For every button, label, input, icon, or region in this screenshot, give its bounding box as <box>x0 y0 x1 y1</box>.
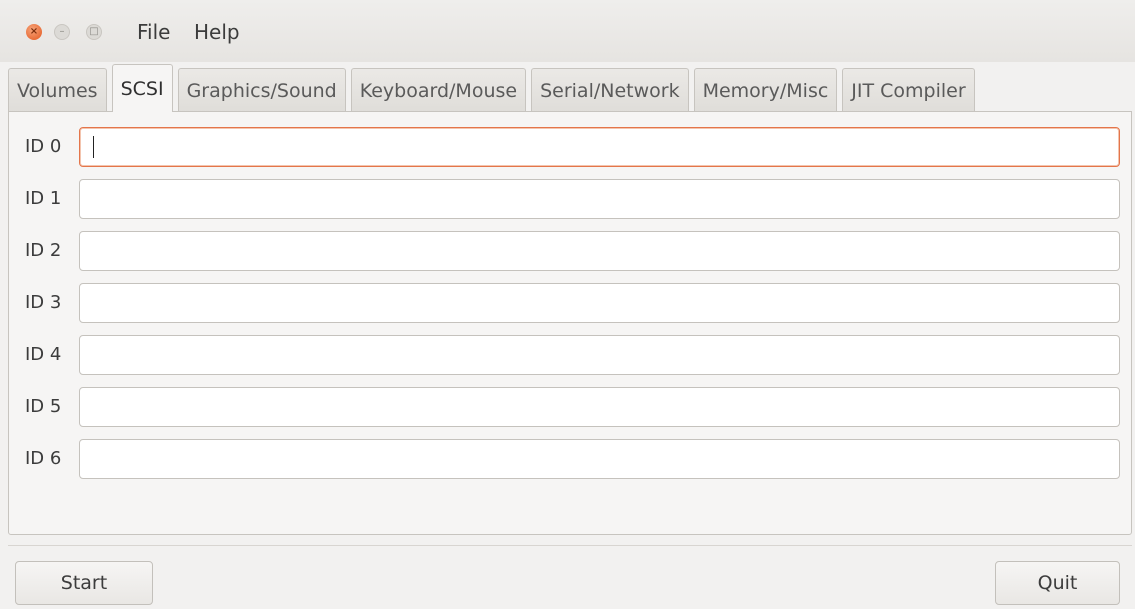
tab-graphics-sound[interactable]: Graphics/Sound <box>177 68 346 112</box>
id2-label: ID 2 <box>25 240 62 261</box>
tab-jit-compiler[interactable]: JIT Compiler <box>842 68 975 112</box>
tab-keyboard-mouse[interactable]: Keyboard/Mouse <box>350 68 527 112</box>
id2-path-input[interactable] <box>79 231 1120 271</box>
id0-label: ID 0 <box>25 136 62 157</box>
start-button[interactable]: Start <box>15 561 153 605</box>
id3-label: ID 3 <box>25 292 62 313</box>
scsi-row-id5: ID 5 <box>9 387 1133 429</box>
close-icon: × <box>29 26 39 37</box>
scsi-row-id3: ID 3 <box>9 283 1133 325</box>
scsi-row-id6: ID 6 <box>9 439 1133 481</box>
text-cursor <box>93 136 94 158</box>
maximize-icon: □ <box>89 26 99 37</box>
divider <box>8 545 1132 546</box>
id4-label: ID 4 <box>25 344 62 365</box>
scsi-row-id1: ID 1 <box>9 179 1133 221</box>
scsi-row-id4: ID 4 <box>9 335 1133 377</box>
id0-path-input[interactable] <box>79 127 1120 167</box>
minimize-window-button[interactable]: – <box>54 24 70 40</box>
tab-serial-network[interactable]: Serial/Network <box>531 68 689 112</box>
close-window-button[interactable]: × <box>26 24 42 40</box>
id3-path-input[interactable] <box>79 283 1120 323</box>
menu-help[interactable]: Help <box>194 20 240 44</box>
id1-path-input[interactable] <box>79 179 1120 219</box>
scsi-panel: ID 0 ID 1 ID 2 ID 3 ID 4 ID 5 ID 6 <box>8 111 1132 535</box>
scsi-row-id2: ID 2 <box>9 231 1133 273</box>
id5-label: ID 5 <box>25 396 62 417</box>
tab-bar: Volumes SCSI Graphics/Sound Keyboard/Mou… <box>8 62 1135 112</box>
tab-memory-misc[interactable]: Memory/Misc <box>693 68 838 112</box>
quit-button[interactable]: Quit <box>995 561 1120 605</box>
id6-path-input[interactable] <box>79 439 1120 479</box>
minimize-icon: – <box>59 26 65 37</box>
id6-label: ID 6 <box>25 448 62 469</box>
id5-path-input[interactable] <box>79 387 1120 427</box>
id1-label: ID 1 <box>25 188 62 209</box>
scsi-row-id0: ID 0 <box>9 127 1133 169</box>
title-bar: × – □ File Help <box>0 0 1135 62</box>
menu-file[interactable]: File <box>137 20 170 44</box>
tab-volumes[interactable]: Volumes <box>8 68 107 112</box>
id4-path-input[interactable] <box>79 335 1120 375</box>
maximize-window-button[interactable]: □ <box>86 24 102 40</box>
tab-scsi[interactable]: SCSI <box>111 64 173 112</box>
